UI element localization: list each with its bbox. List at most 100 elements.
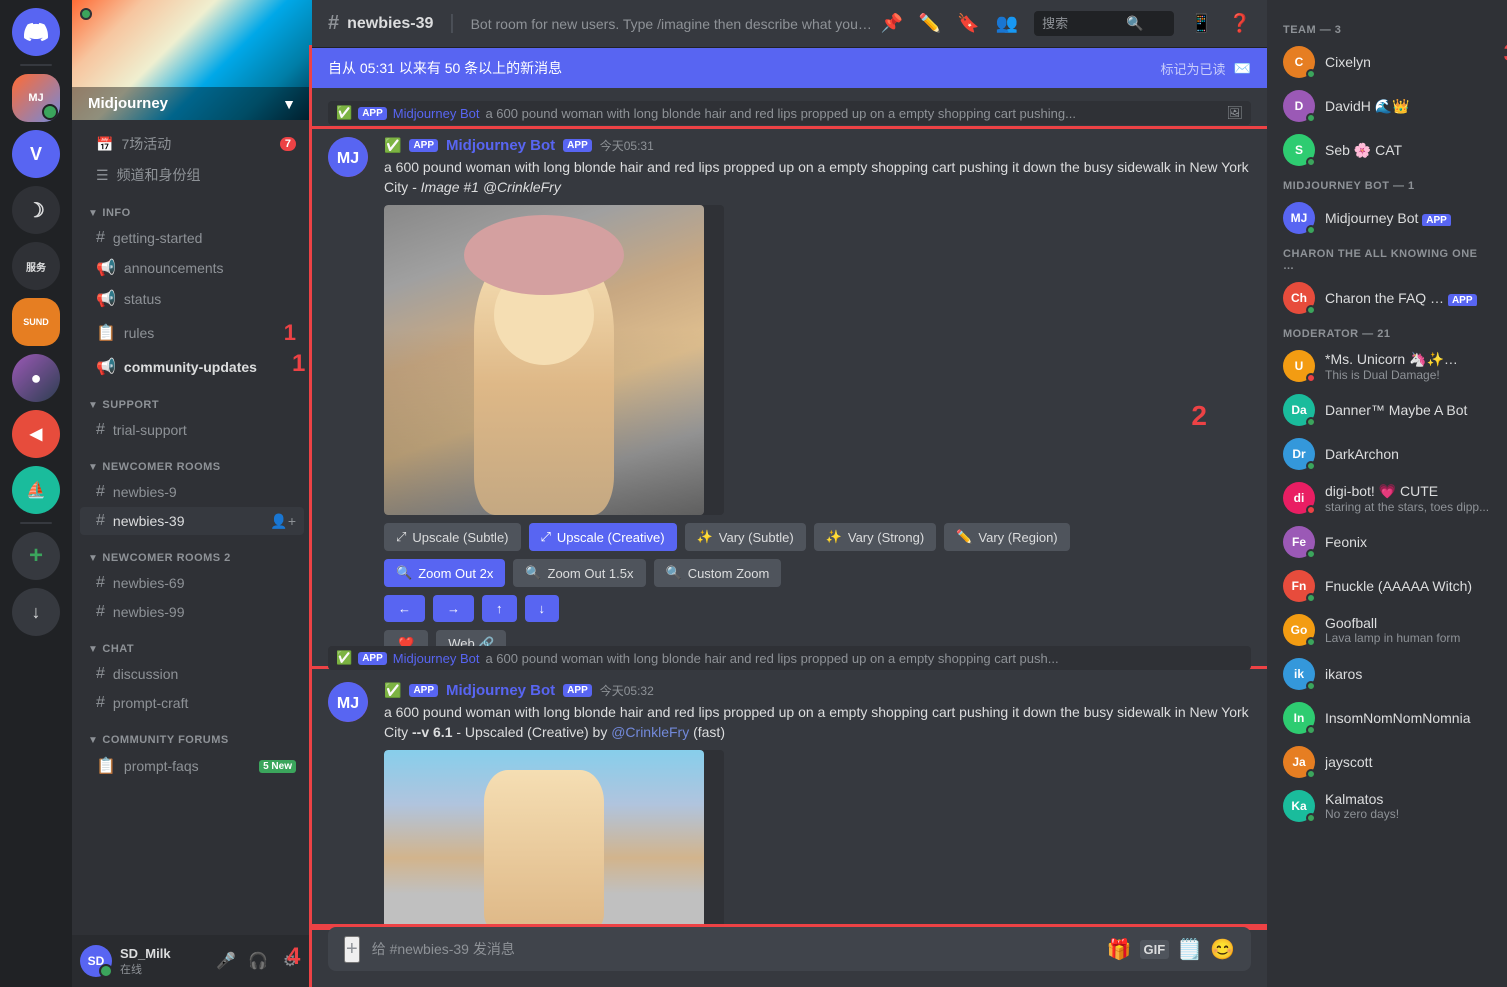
member-danner[interactable]: Da Danner™ Maybe A Bot	[1275, 388, 1499, 432]
channel-name-discussion: discussion	[113, 666, 178, 682]
collapse-arrow-support: ▼	[88, 400, 98, 411]
member-jayscott[interactable]: Ja jayscott	[1275, 740, 1499, 784]
user-add-icon: 👤+	[270, 513, 296, 530]
avatar-kalmatos: Ka	[1283, 790, 1315, 822]
arrow-left-button[interactable]: ←	[384, 595, 425, 622]
vary-region-button[interactable]: ✏️ Vary (Region)	[944, 523, 1069, 551]
member-ms-unicorn[interactable]: U *Ms. Unicorn 🦄✨… This is Dual Damage!	[1275, 344, 1499, 388]
deafen-button[interactable]: 🎧	[244, 947, 272, 975]
messages-area[interactable]: 2 自从 05:31 以来有 50 条以上的新消息 标记为已读 ✉️ 2024年…	[312, 48, 1267, 927]
member-ikaros[interactable]: ik ikaros	[1275, 652, 1499, 696]
member-insomnom[interactable]: In InsomNomNomNomnia	[1275, 696, 1499, 740]
server-service-icon[interactable]: 服务	[12, 242, 60, 290]
arrow-down-button[interactable]: ↓	[525, 595, 560, 622]
member-davidh[interactable]: D DavidH 🌊👑	[1275, 84, 1499, 128]
action-buttons-3: ← → ↑ ↓	[384, 595, 1251, 622]
sidebar-item-trial-support[interactable]: # trial-support	[80, 416, 304, 444]
server-header[interactable]: Midjourney ▼	[72, 0, 312, 120]
vary-strong-button[interactable]: ✨ Vary (Strong)	[814, 523, 937, 551]
members-icon[interactable]: 👥	[996, 13, 1018, 34]
verified-check-1: ✅	[384, 137, 401, 154]
member-fnuckle[interactable]: Fn Fnuckle (AAAAA Witch)	[1275, 564, 1499, 608]
member-name-jayscott: jayscott	[1325, 754, 1491, 770]
upscale-creative-button[interactable]: ⤢ Upscale (Creative)	[529, 523, 677, 551]
notification-bar[interactable]: 自从 05:31 以来有 50 条以上的新消息 标记为已读 ✉️	[312, 48, 1267, 88]
sidebar-item-newbies-39[interactable]: # newbies-39 👤+	[80, 507, 304, 535]
member-charon[interactable]: Ch Charon the FAQ … APP	[1275, 276, 1499, 320]
server-leaf-icon[interactable]: ⛵	[12, 466, 60, 514]
status-danner	[1306, 417, 1316, 427]
upscale-creative-label: Upscale (Creative)	[557, 530, 665, 545]
vary-subtle-button[interactable]: ✨ Vary (Subtle)	[685, 523, 806, 551]
notification-text: 自从 05:31 以来有 50 条以上的新消息	[328, 58, 562, 78]
avatar-insomnom: In	[1283, 702, 1315, 734]
member-feonix[interactable]: Fe Feonix	[1275, 520, 1499, 564]
sidebar-item-newbies-69[interactable]: # newbies-69	[80, 569, 304, 597]
notification-icon: ✉️	[1234, 60, 1251, 77]
sidebar-item-newbies-99[interactable]: # newbies-99	[80, 598, 304, 626]
member-goofball[interactable]: Go Goofball Lava lamp in human form	[1275, 608, 1499, 652]
server-purple-icon[interactable]: ●	[12, 354, 60, 402]
sidebar-item-prompt-craft[interactable]: # prompt-craft	[80, 689, 304, 717]
sidebar-item-announcements[interactable]: 📢 announcements	[80, 253, 304, 283]
zoom-out-2x-button[interactable]: 🔍 Zoom Out 2x	[384, 559, 505, 587]
gif-button[interactable]: GIF	[1140, 940, 1170, 959]
new-badge-prompt-faqs: 5 New	[259, 760, 296, 773]
member-status-kalmatos: No zero days!	[1325, 807, 1491, 821]
sidebar-channels[interactable]: ☰ 频道和身份组	[80, 160, 304, 190]
sidebar-item-rules[interactable]: 📋 rules 1	[80, 315, 304, 351]
sidebar-activities[interactable]: 📅 7场活动 7	[80, 129, 304, 159]
attach-button[interactable]: +	[344, 936, 360, 963]
zoom-out-1-5x-button[interactable]: 🔍 Zoom Out 1.5x	[513, 559, 645, 587]
mark-read-button[interactable]: 标记为已读	[1161, 59, 1226, 78]
sidebar-item-prompt-faqs[interactable]: 📋 prompt-faqs 5 New	[80, 751, 304, 781]
download-app-button[interactable]: ↓	[12, 588, 60, 636]
help-icon[interactable]: ❓	[1229, 13, 1251, 34]
sidebar-content: 📅 7场活动 7 ☰ 频道和身份组 ▼ INFO # getting-start…	[72, 120, 312, 935]
sidebar-item-getting-started[interactable]: # getting-started	[80, 224, 304, 252]
calendar-icon: 📅	[96, 136, 113, 153]
inbox-icon[interactable]: 📱	[1190, 13, 1212, 34]
gift-icon[interactable]: 🎁	[1107, 937, 1132, 962]
sidebar-item-newbies-9[interactable]: # newbies-9	[80, 478, 304, 506]
member-darkarchon[interactable]: Dr DarkArchon	[1275, 432, 1499, 476]
message-fast: (fast)	[693, 724, 725, 740]
pencil-icon[interactable]: ✏️	[919, 13, 941, 34]
member-seb[interactable]: S Seb 🌸 CAT	[1275, 128, 1499, 172]
member-kalmatos[interactable]: Ka Kalmatos No zero days!	[1275, 784, 1499, 828]
mute-button[interactable]: 🎤	[212, 947, 240, 975]
upscale-subtle-button[interactable]: ⤢ Upscale (Subtle)	[384, 523, 521, 551]
server-moon-icon[interactable]: ☽	[12, 186, 60, 234]
add-server-button[interactable]: +	[12, 532, 60, 580]
sidebar-item-discussion[interactable]: # discussion	[80, 660, 304, 688]
member-cixelyn[interactable]: C Cixelyn	[1275, 40, 1499, 84]
arrow-up-button[interactable]: ↑	[482, 595, 517, 622]
server-triangle-icon[interactable]: ◀	[12, 410, 60, 458]
member-info-jayscott: jayscott	[1325, 754, 1491, 770]
search-box[interactable]: 🔍	[1034, 11, 1174, 36]
timestamp-1: 今天05:31	[600, 137, 654, 154]
member-digi-bot[interactable]: di digi-bot! 💗 CUTE staring at the stars…	[1275, 476, 1499, 520]
message-input[interactable]	[372, 930, 1095, 968]
member-mj-bot[interactable]: MJ Midjourney Bot APP	[1275, 196, 1499, 240]
search-input[interactable]	[1042, 16, 1122, 31]
sticker-icon[interactable]: 🗒️	[1177, 937, 1202, 962]
discord-home-button[interactable]	[12, 8, 60, 56]
hash-icon-3: #	[96, 483, 105, 501]
section-newcomer2-header: ▼ NEWCOMER ROOMS 2	[72, 536, 312, 568]
image-placeholder-1	[384, 205, 704, 515]
server-sund-icon[interactable]: SUND	[12, 298, 60, 346]
emoji-icon[interactable]: 😊	[1210, 937, 1235, 962]
arrow-right-button[interactable]: →	[433, 595, 474, 622]
sidebar-item-status[interactable]: 📢 status	[80, 284, 304, 314]
forum-icon: 📋	[96, 756, 116, 776]
member-info-seb: Seb 🌸 CAT	[1325, 142, 1491, 159]
pin-icon[interactable]: 📌	[880, 13, 902, 34]
server-midjourney-icon[interactable]: MJ	[12, 74, 60, 122]
status-insomnom	[1306, 725, 1316, 735]
bookmark-icon[interactable]: 🔖	[957, 13, 979, 34]
server-v-icon[interactable]: V	[12, 130, 60, 178]
custom-zoom-button[interactable]: 🔍 Custom Zoom	[654, 559, 782, 587]
member-info-charon: Charon the FAQ … APP	[1325, 290, 1491, 306]
sidebar-item-community-updates[interactable]: 📢 community-updates	[80, 352, 304, 382]
